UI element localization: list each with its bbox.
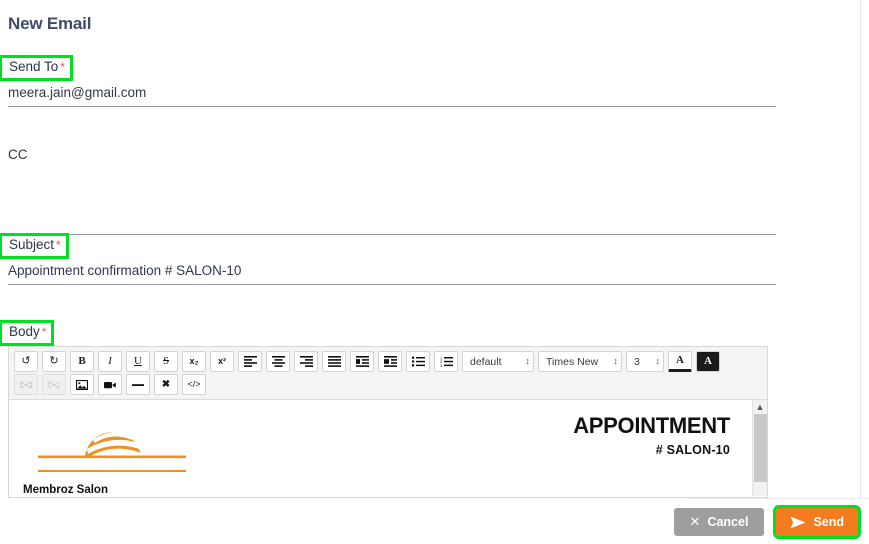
new-email-panel: New Email Send To* CC Subject* Body* ↺ ↻… [0, 0, 869, 544]
send-to-label: Send To * [0, 55, 73, 81]
appointment-title-block: APPOINTMENT # SALON-10 [573, 410, 730, 457]
svg-text:3: 3 [440, 363, 443, 367]
field-subject: Subject * [0, 233, 778, 285]
font-family-value: Times New [546, 355, 599, 368]
subscript-icon[interactable]: x₂ [182, 351, 206, 372]
undo-glyph: ↺ [21, 355, 31, 367]
font-color-glyph: A [676, 354, 684, 366]
video-icon[interactable] [98, 374, 122, 395]
font-family-select[interactable]: Times New ↕ [538, 351, 622, 372]
email-template-document: APPOINTMENT # SALON-10 Membroz Salon [9, 406, 744, 496]
body-label-text: Body [9, 324, 40, 339]
underline-glyph: U [134, 355, 142, 367]
field-cc: CC [0, 145, 778, 235]
subject-label-text: Subject [9, 237, 55, 252]
redo-icon[interactable]: ↻ [42, 351, 66, 372]
paragraph-style-value: default [470, 355, 502, 368]
panel-right-divider [860, 0, 861, 498]
align-left-icon[interactable] [238, 351, 262, 372]
required-marker: * [56, 238, 61, 252]
code-view-icon[interactable]: </> [182, 374, 206, 395]
chevron-updown-icon: ↕ [655, 356, 661, 366]
underline-icon[interactable]: U [126, 351, 150, 372]
required-marker: * [60, 60, 65, 74]
paragraph-style-select[interactable]: default ↕ [462, 351, 534, 372]
body-rich-text-editor[interactable]: ↺ ↻ B I U S x₂ x² 123 default ↕ Times Ne… [8, 346, 768, 498]
editor-toolbar: ↺ ↻ B I U S x₂ x² 123 default ↕ Times Ne… [9, 347, 767, 400]
scrollbar-thumb[interactable] [754, 414, 767, 482]
horizontal-rule-icon[interactable] [126, 374, 150, 395]
cc-label: CC [8, 147, 28, 162]
send-button-label: Send [813, 515, 844, 529]
code-view-glyph: </> [187, 379, 201, 389]
indent-icon[interactable] [378, 351, 402, 372]
chevron-updown-icon: ↕ [525, 356, 531, 366]
send-button[interactable]: Send [773, 505, 861, 539]
bold-glyph: B [78, 355, 86, 367]
company-name: Membroz Salon [23, 484, 108, 496]
superscript-icon[interactable]: x² [210, 351, 234, 372]
subject-label: Subject * [0, 233, 69, 259]
close-icon: ✕ [689, 514, 701, 529]
bold-icon[interactable]: B [70, 351, 94, 372]
highlight-color-glyph: A [704, 355, 712, 367]
send-to-input[interactable] [8, 80, 776, 107]
editor-toolbar-row-2: ✖ </> [12, 373, 765, 396]
field-send-to: Send To * [0, 55, 778, 107]
send-plane-icon [790, 516, 806, 529]
appointment-reference: # SALON-10 [655, 443, 730, 458]
superscript-glyph: x² [217, 356, 226, 366]
editor-scrollbar[interactable]: ▲ [752, 400, 767, 496]
align-center-icon[interactable] [266, 351, 290, 372]
redo-glyph: ↻ [49, 355, 59, 367]
italic-glyph: I [108, 355, 112, 367]
chevron-updown-icon: ↕ [613, 356, 619, 366]
page-title: New Email [8, 14, 92, 33]
font-size-select[interactable]: 3 ↕ [626, 351, 664, 372]
unordered-list-icon[interactable] [406, 351, 430, 372]
cancel-button[interactable]: ✕ Cancel [673, 508, 765, 536]
clear-format-icon[interactable]: ✖ [154, 374, 178, 395]
email-template-header: APPOINTMENT # SALON-10 [23, 410, 730, 472]
editor-toolbar-row-1: ↺ ↻ B I U S x₂ x² 123 default ↕ Times Ne… [12, 350, 765, 373]
field-body-label-group: Body * [0, 320, 778, 346]
font-size-value: 3 [634, 355, 640, 368]
strikethrough-glyph: S [162, 355, 170, 367]
link-icon[interactable] [14, 374, 38, 395]
dialog-footer: ✕ Cancel Send [0, 499, 869, 544]
italic-icon[interactable]: I [98, 351, 122, 372]
footer-actions: ✕ Cancel Send [673, 505, 861, 539]
scroll-up-icon[interactable]: ▲ [753, 400, 767, 414]
cancel-button-label: Cancel [707, 515, 749, 529]
required-marker: * [41, 325, 47, 339]
align-justify-icon[interactable] [322, 351, 346, 372]
cc-input[interactable] [8, 166, 776, 235]
appointment-heading: APPOINTMENT [573, 413, 730, 438]
ordered-list-icon[interactable]: 123 [434, 351, 458, 372]
unlink-icon[interactable] [42, 374, 66, 395]
outdent-icon[interactable] [350, 351, 374, 372]
send-to-label-text: Send To [9, 59, 59, 74]
subject-input[interactable] [8, 258, 776, 285]
membroz-salon-logo [23, 410, 223, 472]
font-color-icon[interactable]: A [668, 351, 692, 372]
body-label: Body * [0, 320, 55, 346]
align-right-icon[interactable] [294, 351, 318, 372]
strikethrough-icon[interactable]: S [154, 351, 178, 372]
clear-format-glyph: ✖ [161, 378, 171, 390]
editor-content-area[interactable]: APPOINTMENT # SALON-10 Membroz Salon ▲ [9, 400, 767, 496]
highlight-color-icon[interactable]: A [696, 351, 720, 372]
subscript-glyph: x₂ [189, 356, 199, 366]
undo-icon[interactable]: ↺ [14, 351, 38, 372]
image-icon[interactable] [70, 374, 94, 395]
